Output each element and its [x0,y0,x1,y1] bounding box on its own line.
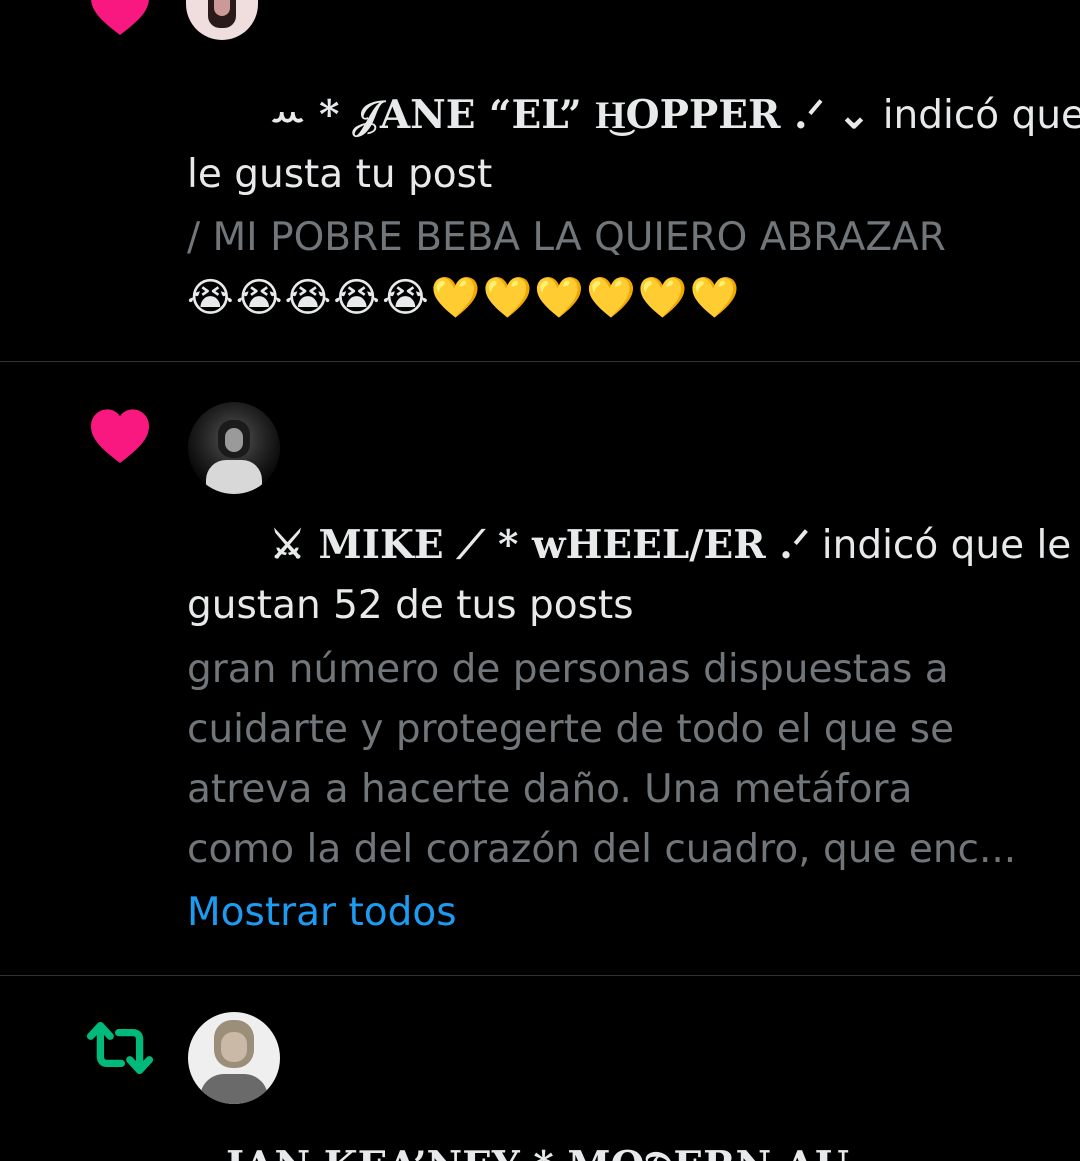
avatar[interactable] [188,402,280,494]
post-preview-line[interactable]: como la del corazón del cuadro, que enc.… [187,820,1016,880]
post-preview-line[interactable]: atreva a hacerte daño. Una metáfora [187,760,912,820]
notification-text: IAN KEA’NEY * MO𝔇ERN AU [226,1136,849,1161]
avatar[interactable] [186,0,258,40]
repost-icon [86,1021,154,1075]
action-text: indicó que le [821,523,1072,568]
post-preview-line[interactable]: cuidarte y protegerte de todo el que se [187,700,954,760]
notification-text: ꕀ * 𝒥ANE “EL” H͜OPPER .ᐟ ⌄ indicó que [270,85,1080,146]
action-text: indicó que [882,93,1080,138]
user-name[interactable]: IAN KEA’NEY * MO𝔇ERN AU [226,1143,849,1161]
notification-item[interactable]: ꕀ * 𝒥ANE “EL” H͜OPPER .ᐟ ⌄ indicó que le… [0,0,1080,361]
heart-icon [91,0,149,35]
notification-item[interactable]: IAN KEA’NEY * MO𝔇ERN AU [0,976,1080,1161]
heart-icon [91,409,149,463]
notification-item[interactable]: ⚔ MIKE ⟋ * ᴡHEEL/ER .ᐟ indicó que le gus… [0,362,1080,975]
notification-text-cont: le gusta tu post [187,152,493,197]
user-name[interactable]: ⚔ MIKE ⟋ * ᴡHEEL/ER .ᐟ [270,522,809,568]
post-preview[interactable]: / MI POBRE BEBA LA QUIERO ABRAZAR [187,208,946,268]
user-name[interactable]: ꕀ * 𝒥ANE “EL” H͜OPPER .ᐟ ⌄ [270,92,870,138]
post-preview-line[interactable]: gran número de personas dispuestas a [187,640,949,700]
notification-text-cont: gustan 52 de tus posts [187,583,634,628]
avatar[interactable] [188,1012,280,1104]
post-preview-emoji[interactable]: 😭😭😭😭😭💛💛💛💛💛💛 [187,268,742,328]
show-all-link[interactable]: Mostrar todos [187,883,457,943]
notification-text: ⚔ MIKE ⟋ * ᴡHEEL/ER .ᐟ indicó que le [270,515,1071,576]
